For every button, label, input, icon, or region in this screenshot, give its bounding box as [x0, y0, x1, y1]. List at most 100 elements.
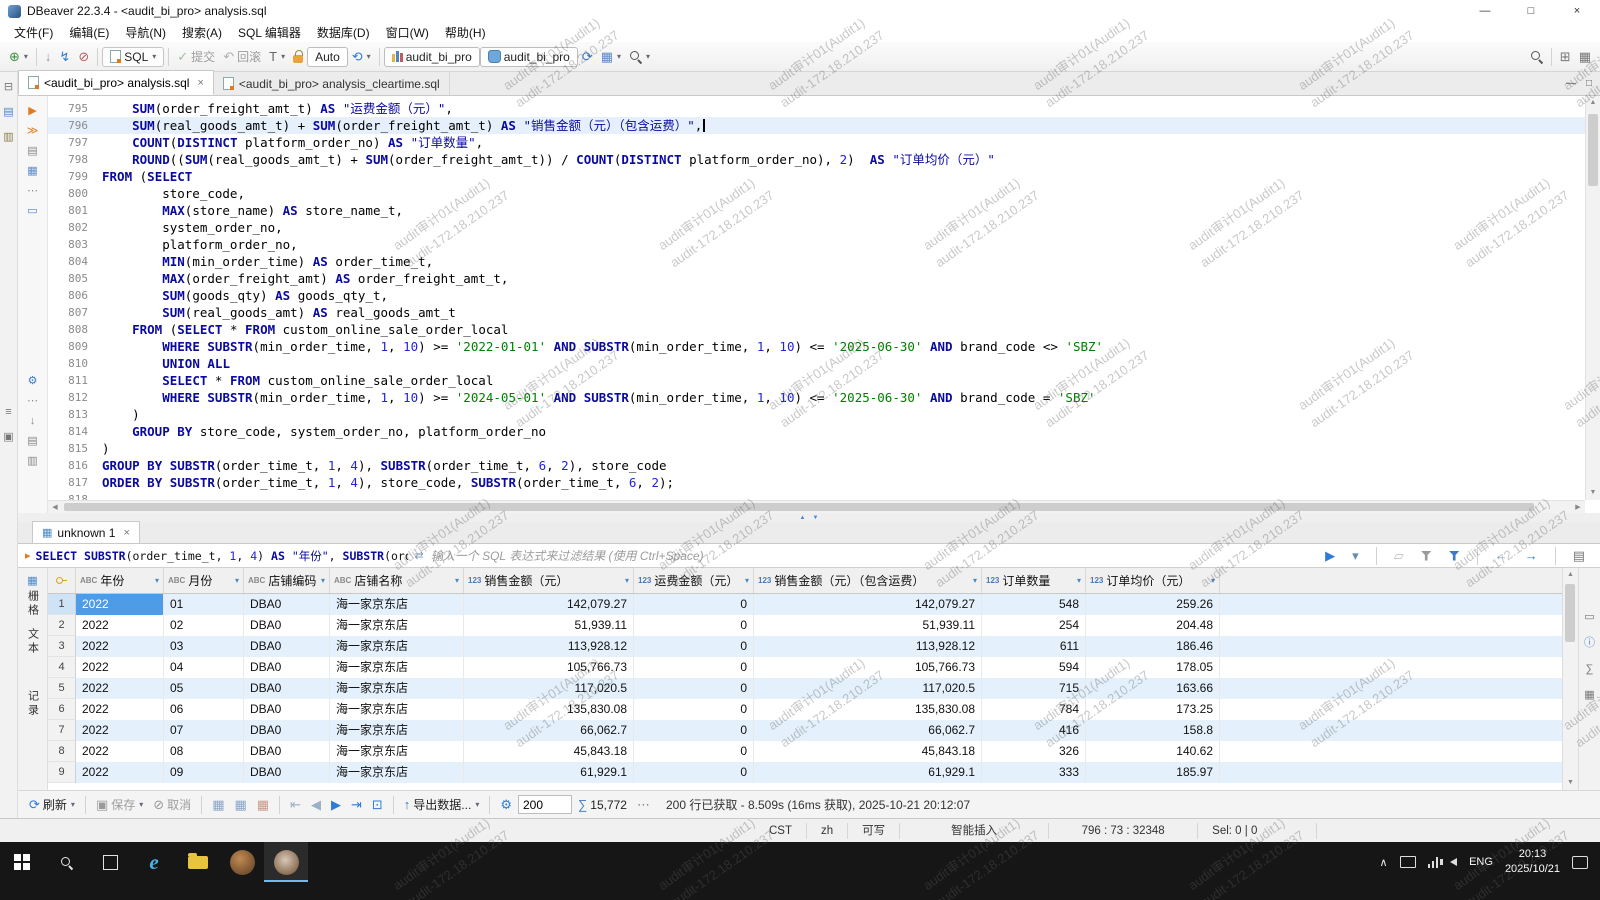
more-status-icon[interactable]: ⋯ — [633, 796, 654, 813]
code-line[interactable]: 807 SUM(real_goods_amt) AS real_goods_am… — [48, 304, 1585, 321]
sql-history-icon[interactable]: ⟲▾ — [348, 48, 375, 65]
table-cell[interactable]: DBA0 — [244, 720, 330, 741]
table-cell[interactable]: 2022 — [76, 594, 164, 615]
taskbar-search-button[interactable] — [44, 842, 88, 882]
table-cell[interactable]: 784 — [982, 699, 1086, 720]
table-cell[interactable]: 06 — [164, 699, 244, 720]
table-cell[interactable]: 66,062.7 — [464, 720, 634, 741]
table-cell[interactable]: 204.48 — [1086, 615, 1220, 636]
table-row[interactable]: 2202202DBA0海一家京东店51,939.11051,939.112542… — [48, 615, 1562, 636]
code-line[interactable]: 797 COUNT(DISTINCT platform_order_no) AS… — [48, 134, 1585, 151]
code-line[interactable]: 811 SELECT * FROM custom_online_sale_ord… — [48, 372, 1585, 389]
search-icon[interactable] — [1526, 48, 1547, 65]
close-button[interactable]: × — [1554, 0, 1600, 22]
row-number[interactable]: 2 — [48, 615, 76, 636]
table-cell[interactable]: 03 — [164, 636, 244, 657]
table-cell[interactable]: 66,062.7 — [754, 720, 982, 741]
connect-icon[interactable]: ↯ — [55, 48, 74, 65]
code-line[interactable]: 817ORDER BY SUBSTR(order_time_t, 1, 4), … — [48, 474, 1585, 491]
column-menu-icon[interactable]: ▾ — [1211, 576, 1215, 585]
first-row-icon[interactable]: ⇤ — [286, 796, 305, 813]
results-view-tab-active[interactable]: ▦栅格 — [25, 574, 41, 618]
table-cell[interactable]: 海一家京东店 — [330, 615, 464, 636]
restore-panel-icon[interactable]: ⊟ — [4, 82, 13, 93]
table-row[interactable]: 7202207DBA0海一家京东店66,062.7066,062.7416158… — [48, 720, 1562, 741]
table-cell[interactable]: 09 — [164, 762, 244, 783]
table-cell[interactable]: 0 — [634, 762, 754, 783]
file-explorer-button[interactable] — [176, 842, 220, 882]
table-cell[interactable]: 08 — [164, 741, 244, 762]
execute-statement-icon[interactable]: ▶ — [28, 106, 36, 117]
log-panel-icon[interactable]: ▥ — [27, 456, 37, 467]
row-number[interactable]: 1 — [48, 594, 76, 615]
close-tab-icon[interactable]: × — [197, 77, 203, 89]
apply-filter-icon[interactable]: ▶ — [1321, 547, 1339, 564]
table-cell[interactable]: 61,929.1 — [754, 762, 982, 783]
caret-position-indicator[interactable]: 796 : 73 : 32348 — [1049, 823, 1198, 839]
table-cell[interactable]: 186.46 — [1086, 636, 1220, 657]
column-header[interactable]: 123订单均价（元）▾ — [1086, 568, 1220, 593]
table-cell[interactable]: DBA0 — [244, 741, 330, 762]
table-cell[interactable]: 0 — [634, 636, 754, 657]
table-cell[interactable]: 海一家京东店 — [330, 636, 464, 657]
filters-icon[interactable] — [1445, 549, 1464, 563]
table-cell[interactable]: 333 — [982, 762, 1086, 783]
code-line[interactable]: 800 store_code, — [48, 185, 1585, 202]
sash-down-icon[interactable]: ▼ — [813, 515, 819, 521]
table-cell[interactable]: 0 — [634, 699, 754, 720]
menu-item[interactable]: 搜索(A) — [174, 24, 230, 41]
table-cell[interactable]: 117,020.5 — [754, 678, 982, 699]
column-header[interactable]: ABC年份▾ — [76, 568, 164, 593]
table-cell[interactable]: 117,020.5 — [464, 678, 634, 699]
transaction-mode-icon[interactable]: T▾ — [265, 48, 289, 65]
table-row[interactable]: 3202203DBA0海一家京东店113,928.120113,928.1261… — [48, 636, 1562, 657]
insert-mode-indicator[interactable]: 智能插入 — [900, 823, 1049, 839]
save-button[interactable]: ▣保存▾ — [92, 794, 147, 815]
code-line[interactable]: 808 FROM (SELECT * FROM custom_online_sa… — [48, 321, 1585, 338]
column-header[interactable]: 123运费金额（元）▾ — [634, 568, 754, 593]
menu-item[interactable]: 导航(N) — [117, 24, 174, 41]
minimize-button[interactable]: — — [1462, 0, 1508, 22]
column-menu-icon[interactable]: ▾ — [321, 576, 325, 585]
scroll-down-icon[interactable]: ▼ — [1586, 486, 1600, 500]
minimize-editor-icon[interactable]: — — [1566, 78, 1576, 89]
grid-vertical-scrollbar[interactable]: ▲ ▼ — [1562, 568, 1578, 790]
disconnect-icon[interactable]: ⊘ — [74, 48, 93, 65]
database-navigator-icon[interactable]: ▤ — [3, 107, 13, 118]
close-results-tab-icon[interactable]: × — [123, 527, 129, 539]
grid-scroll-down-icon[interactable]: ▼ — [1563, 776, 1578, 790]
editor-vertical-scrollbar[interactable]: ▲ ▼ — [1585, 96, 1600, 500]
menu-item[interactable]: 帮助(H) — [437, 24, 494, 41]
table-cell[interactable]: 05 — [164, 678, 244, 699]
fetch-size-input[interactable] — [518, 795, 572, 814]
value-panel-icon[interactable]: ▭ — [1584, 612, 1594, 623]
refresh-schema-icon[interactable]: ⟳ — [578, 48, 597, 65]
editor-horizontal-scrollbar[interactable]: ◀ ▶ — [48, 500, 1585, 513]
row-count-button[interactable]: ∑15,772 — [574, 796, 631, 814]
table-cell[interactable]: 548 — [982, 594, 1086, 615]
forward-icon[interactable]: → — [1521, 547, 1542, 564]
table-cell[interactable]: 2022 — [76, 720, 164, 741]
menu-item[interactable]: 窗口(W) — [378, 24, 437, 41]
table-row[interactable]: 1202201DBA0海一家京东店142,079.270142,079.2754… — [48, 594, 1562, 615]
sql-code-editor[interactable]: 795 SUM(order_freight_amt_t) AS "运费金额（元）… — [48, 96, 1585, 500]
next-row-icon[interactable]: ▶ — [327, 796, 345, 813]
expand-filter-icon[interactable]: ⇄ — [415, 549, 424, 562]
table-cell[interactable]: 178.05 — [1086, 657, 1220, 678]
menu-item[interactable]: 编辑(E) — [61, 24, 117, 41]
sql-editor-button[interactable]: SQL▾ — [102, 47, 164, 67]
column-header[interactable]: ABC店铺名称▾ — [330, 568, 464, 593]
editor-settings-icon[interactable]: ⚙ — [28, 376, 38, 387]
app-button-1[interactable] — [220, 842, 264, 882]
network-tray-icon[interactable] — [1428, 857, 1439, 868]
code-line[interactable]: 813 ) — [48, 406, 1585, 423]
table-cell[interactable]: 0 — [634, 615, 754, 636]
grid-settings-icon[interactable]: ⚙ — [496, 796, 516, 813]
code-line[interactable]: 803 platform_order_no, — [48, 236, 1585, 253]
table-cell[interactable]: 173.25 — [1086, 699, 1220, 720]
table-cell[interactable]: 01 — [164, 594, 244, 615]
app-button-2-active[interactable] — [264, 842, 308, 882]
row-number[interactable]: 4 — [48, 657, 76, 678]
write-mode-indicator[interactable]: 可写 — [848, 823, 900, 839]
code-line[interactable]: 795 SUM(order_freight_amt_t) AS "运费金额（元）… — [48, 100, 1585, 117]
